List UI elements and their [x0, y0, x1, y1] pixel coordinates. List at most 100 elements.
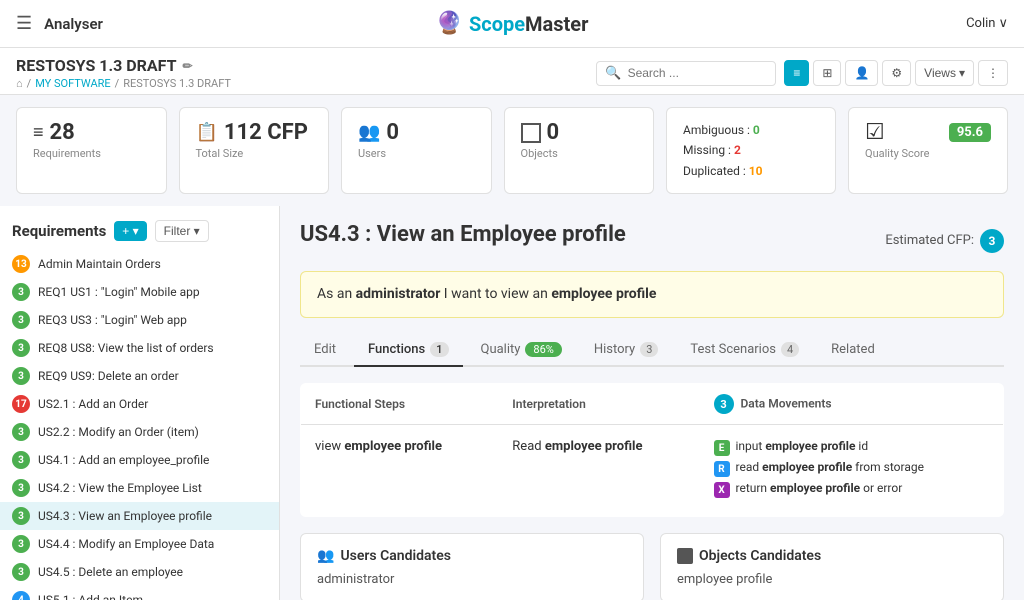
ambiguous-count: 0 — [753, 123, 760, 137]
list-view-button[interactable]: ≡ — [784, 60, 809, 86]
objects-candidates-title: Objects Candidates — [677, 548, 987, 564]
quality-score-row: ☑ 95.6 — [865, 120, 991, 145]
req-badge: 3 — [12, 339, 30, 357]
sub-header: RESTOSYS 1.3 DRAFT ✏ ⌂ / MY SOFTWARE / R… — [0, 48, 1024, 95]
sidebar-item-6[interactable]: 3US2.2 : Modify an Order (item) — [0, 418, 279, 446]
tab-edit[interactable]: Edit — [300, 334, 350, 367]
tab-functions[interactable]: Functions 1 — [354, 334, 462, 367]
home-icon[interactable]: ⌂ — [16, 77, 23, 90]
views-button[interactable]: Views ▾ — [915, 60, 974, 86]
sidebar-item-2[interactable]: 3REQ3 US3 : "Login" Web app — [0, 306, 279, 334]
user-story-box: As an administrator I want to view an em… — [300, 271, 1004, 318]
missing-count: 2 — [734, 143, 741, 157]
more-button[interactable]: ⋮ — [978, 60, 1008, 86]
dm-text-x: return employee profile or error — [736, 481, 903, 495]
quality-card: ☑ 95.6 Quality Score — [848, 107, 1008, 194]
tab-label: Test Scenarios — [690, 342, 776, 357]
objects-candidate-item: employee profile — [677, 572, 987, 587]
filter-button[interactable]: Filter ▾ — [155, 220, 209, 242]
cfp-icon: 📋 — [196, 122, 218, 143]
tab-badge: 86% — [525, 342, 561, 357]
missing-label: Missing : — [683, 143, 731, 157]
tab-badge: 4 — [781, 342, 799, 357]
tab-related[interactable]: Related — [817, 334, 889, 367]
add-requirement-button[interactable]: + ▾ — [114, 221, 146, 241]
search-box: 🔍 — [596, 61, 776, 86]
nav-right: Colin ∨ — [966, 16, 1008, 31]
sidebar: Requirements + ▾ Filter ▾ 13Admin Mainta… — [0, 206, 280, 600]
sidebar-item-8[interactable]: 3US4.2 : View the Employee List — [0, 474, 279, 502]
nav-left: ☰ Analyser — [16, 13, 103, 34]
req-badge: 3 — [12, 535, 30, 553]
col-interpretation: Interpretation — [498, 384, 699, 425]
users-count: 0 — [386, 120, 399, 145]
req-label: US2.2 : Modify an Order (item) — [38, 425, 199, 439]
sidebar-item-7[interactable]: 3US4.1 : Add an employee_profile — [0, 446, 279, 474]
breadcrumb-sep2: / — [115, 77, 120, 90]
sidebar-item-9[interactable]: 3US4.3 : View an Employee profile — [0, 502, 279, 530]
req-badge: 3 — [12, 451, 30, 469]
sidebar-item-11[interactable]: 3US4.5 : Delete an employee — [0, 558, 279, 586]
users-label: Users — [358, 147, 475, 160]
dm-text-r: read employee profile from storage — [736, 460, 924, 474]
cfp-header-badge: 3 — [714, 394, 734, 414]
tab-quality[interactable]: Quality 86% — [467, 334, 576, 367]
settings-button[interactable]: ⚙ — [882, 60, 911, 86]
tab-badge: 3 — [640, 342, 658, 357]
req-label: REQ9 US9: Delete an order — [38, 369, 179, 383]
dm-item-r: R read employee profile from storage — [714, 460, 990, 477]
quality-icon: ☑ — [865, 120, 885, 145]
tabs: EditFunctions 1Quality 86%History 3Test … — [300, 334, 1004, 367]
sidebar-item-12[interactable]: 4US5.1 : Add an Item — [0, 586, 279, 600]
tab-history[interactable]: History 3 — [580, 334, 673, 367]
user-story-bold2: employee profile — [551, 286, 656, 302]
sidebar-item-10[interactable]: 3US4.4 : Modify an Employee Data — [0, 530, 279, 558]
tab-label: Functions — [368, 342, 425, 357]
req-label: REQ3 US3 : "Login" Web app — [38, 313, 187, 327]
functional-steps-table: Functional Steps Interpretation 3 Data M… — [300, 383, 1004, 517]
sidebar-item-1[interactable]: 3REQ1 US1 : "Login" Mobile app — [0, 278, 279, 306]
req-label: REQ1 US1 : "Login" Mobile app — [38, 285, 200, 299]
requirements-icon: ≡ — [33, 122, 44, 143]
objects-candidates-card: Objects Candidates employee profile — [660, 533, 1004, 600]
sub-header-left: RESTOSYS 1.3 DRAFT ✏ ⌂ / MY SOFTWARE / R… — [16, 56, 231, 90]
user-story-bold1: administrator — [356, 286, 441, 302]
missing-row: Missing : 2 — [683, 140, 819, 160]
req-badge: 3 — [12, 563, 30, 581]
users-icon: 👥 — [358, 122, 380, 143]
requirements-label: Requirements — [33, 147, 150, 160]
hamburger-icon[interactable]: ☰ — [16, 13, 32, 34]
user-menu[interactable]: Colin ∨ — [966, 16, 1008, 31]
search-input[interactable] — [628, 66, 768, 80]
sidebar-item-3[interactable]: 3REQ8 US8: View the list of orders — [0, 334, 279, 362]
table-row: view employee profile Read employee prof… — [301, 425, 1004, 517]
dm-badge-r: R — [714, 461, 730, 477]
tab-label: History — [594, 342, 635, 357]
objects-label: Objects — [521, 147, 638, 160]
cfp-card: 📋 112 CFP Total Size — [179, 107, 330, 194]
tab-label: Quality — [481, 342, 521, 357]
sidebar-item-5[interactable]: 17US2.1 : Add an Order — [0, 390, 279, 418]
users-candidate-item: administrator — [317, 572, 627, 587]
requirements-count: 28 — [50, 120, 75, 145]
cfp-value: 📋 112 CFP — [196, 120, 313, 145]
req-label: US5.1 : Add an Item — [38, 593, 143, 600]
tab-test-scenarios[interactable]: Test Scenarios 4 — [676, 334, 813, 367]
ambiguous-label: Ambiguous : — [683, 123, 750, 137]
req-label: US4.2 : View the Employee List — [38, 481, 202, 495]
req-badge: 17 — [12, 395, 30, 413]
dm-badge-x: X — [714, 482, 730, 498]
user-name: Colin — [966, 16, 995, 31]
edit-icon[interactable]: ✏ — [183, 59, 193, 73]
sidebar-item-4[interactable]: 3REQ9 US9: Delete an order — [0, 362, 279, 390]
data-movements-cell: E input employee profile id R read emplo… — [700, 425, 1004, 517]
top-nav: ☰ Analyser 🔮 ScopeMaster Colin ∨ — [0, 0, 1024, 48]
cfp-count: 112 CFP — [224, 120, 308, 145]
breadcrumb-my-software[interactable]: MY SOFTWARE — [35, 77, 110, 90]
duplicated-count: 10 — [749, 164, 763, 178]
sidebar-item-0[interactable]: 13Admin Maintain Orders — [0, 250, 279, 278]
cfp-badge: 3 — [980, 229, 1004, 253]
grid-view-button[interactable]: ⊞ — [813, 60, 841, 86]
objects-count: 0 — [547, 120, 560, 145]
person-button[interactable]: 👤 — [845, 60, 878, 86]
